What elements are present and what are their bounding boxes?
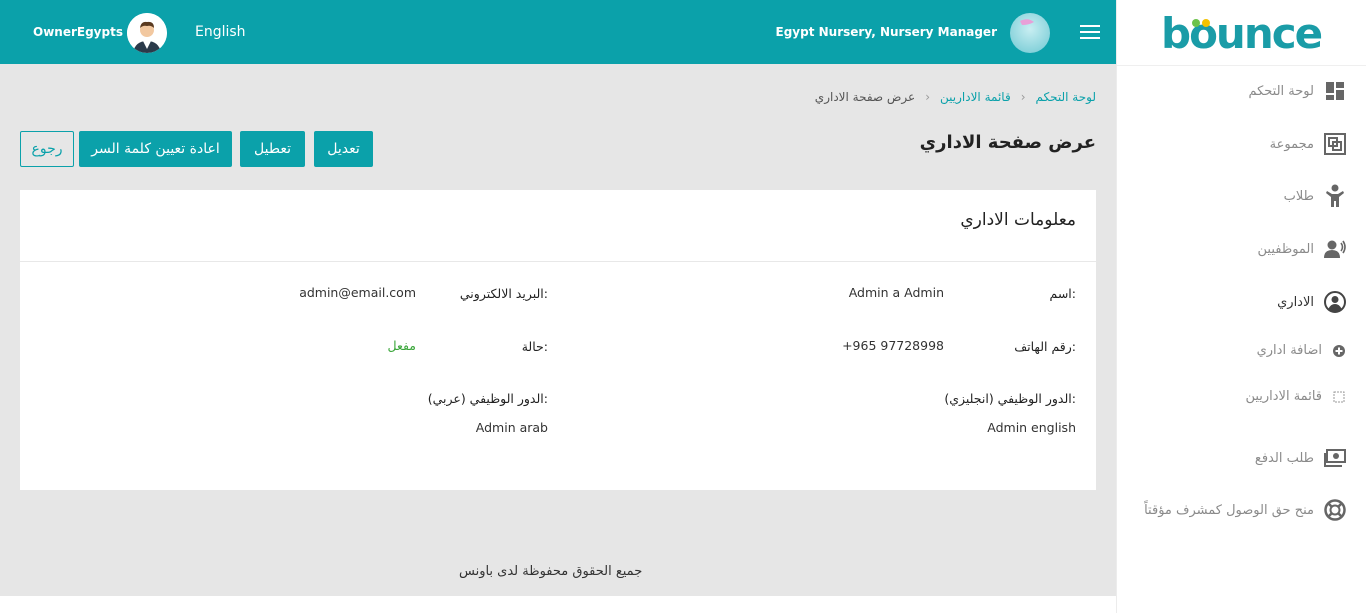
sidebar-item-label: طلاب bbox=[1283, 188, 1314, 204]
status-label: حالة: bbox=[521, 339, 548, 354]
breadcrumb: لوحة التحكم ‹ قائمة الاداريين ‹ عرض صفحة… bbox=[815, 90, 1096, 104]
user-avatar[interactable] bbox=[127, 13, 167, 53]
disable-button[interactable]: تعطيل bbox=[240, 131, 305, 167]
status-badge: مفعل bbox=[387, 338, 416, 353]
role-ar-label: الدور الوظيفي (عربي): bbox=[427, 391, 548, 406]
sidebar-item-group[interactable]: مجموعة bbox=[1116, 133, 1366, 155]
hamburger-menu-icon[interactable] bbox=[1080, 25, 1100, 41]
role-en-value: Admin english bbox=[987, 420, 1076, 435]
divider bbox=[20, 261, 1096, 262]
staff-icon bbox=[1324, 238, 1346, 260]
chevron-left-icon: ‹ bbox=[1020, 90, 1026, 104]
phone-label: رقم الهاتف: bbox=[1014, 339, 1076, 354]
sidebar-item-admin-list[interactable]: قائمة الاداريين bbox=[1116, 389, 1366, 404]
sidebar-item-label: الاداري bbox=[1277, 294, 1314, 310]
plus-circle-icon bbox=[1332, 344, 1346, 358]
role-ar-value: Admin arab bbox=[475, 420, 548, 435]
sidebar-item-add-admin[interactable]: اضافة اداري bbox=[1116, 343, 1366, 358]
sidebar-item-label: لوحة التحكم bbox=[1248, 83, 1314, 99]
lifebuoy-icon bbox=[1324, 499, 1346, 521]
dashboard-icon bbox=[1324, 80, 1346, 102]
admin-info-card: معلومات الاداري اسم: Admin a Admin البري… bbox=[20, 190, 1096, 490]
language-switch[interactable]: English bbox=[195, 24, 246, 40]
breadcrumb-admin-list[interactable]: قائمة الاداريين bbox=[940, 90, 1011, 104]
breadcrumb-dashboard[interactable]: لوحة التحكم bbox=[1036, 90, 1097, 104]
top-header: OwnerEgypts English Egypt Nursery, Nurse… bbox=[0, 0, 1116, 64]
student-icon bbox=[1324, 184, 1346, 207]
owner-name[interactable]: OwnerEgypts bbox=[33, 25, 123, 39]
role-en-label: الدور الوظيفي (انجليزي): bbox=[944, 391, 1076, 406]
sidebar-item-temp-admin-access[interactable]: منح حق الوصول كمشرف مؤقتاً bbox=[1116, 499, 1366, 521]
edit-button[interactable]: تعديل bbox=[314, 131, 373, 167]
nursery-role-label: Egypt Nursery, Nursery Manager bbox=[775, 25, 997, 39]
phone-value: +965 97728998 bbox=[842, 338, 944, 353]
nursery-logo[interactable] bbox=[1010, 13, 1050, 53]
bounce-logo[interactable]: bounce bbox=[1117, 0, 1366, 64]
footer-bar bbox=[0, 596, 1116, 613]
email-label: البريد الالكتروني: bbox=[459, 286, 548, 301]
admin-icon bbox=[1324, 291, 1346, 313]
sidebar-item-payment-request[interactable]: طلب الدفع bbox=[1116, 447, 1366, 469]
group-icon bbox=[1324, 133, 1346, 155]
name-value: Admin a Admin bbox=[848, 285, 944, 300]
footer-copyright: جميع الحقوق محفوظة لدى باونس bbox=[459, 564, 643, 579]
name-label: اسم: bbox=[1049, 286, 1076, 301]
email-value: admin@email.com bbox=[299, 285, 416, 300]
card-title: معلومات الاداري bbox=[960, 210, 1076, 230]
payment-icon bbox=[1324, 447, 1346, 469]
sidebar-item-students[interactable]: طلاب bbox=[1116, 184, 1366, 207]
sidebar-item-admin[interactable]: الاداري bbox=[1116, 291, 1366, 313]
sidebar-item-dashboard[interactable]: لوحة التحكم bbox=[1116, 80, 1366, 102]
back-button[interactable]: رجوع bbox=[20, 131, 74, 167]
page-title: عرض صفحة الاداري bbox=[919, 132, 1096, 153]
sidebar-item-label: الموظفيين bbox=[1257, 241, 1314, 257]
logo-text: bounce bbox=[1161, 10, 1322, 54]
chevron-left-icon: ‹ bbox=[925, 90, 931, 104]
sidebar-item-label: اضافة اداري bbox=[1256, 343, 1322, 358]
sidebar: bounce لوحة التحكم مجموعة طلاب الموظفيين bbox=[1116, 0, 1366, 613]
sidebar-item-label: قائمة الاداريين bbox=[1245, 389, 1322, 404]
sidebar-item-staff[interactable]: الموظفيين bbox=[1116, 238, 1366, 260]
logo-mark: bounce bbox=[1161, 10, 1324, 54]
sidebar-item-label: مجموعة bbox=[1269, 136, 1314, 152]
breadcrumb-current: عرض صفحة الاداري bbox=[814, 90, 916, 104]
reset-password-button[interactable]: اعادة تعيين كلمة السر bbox=[79, 131, 232, 167]
sidebar-item-label: منح حق الوصول كمشرف مؤقتاً bbox=[1144, 502, 1314, 518]
square-icon bbox=[1332, 390, 1346, 404]
sidebar-item-label: طلب الدفع bbox=[1254, 450, 1314, 466]
